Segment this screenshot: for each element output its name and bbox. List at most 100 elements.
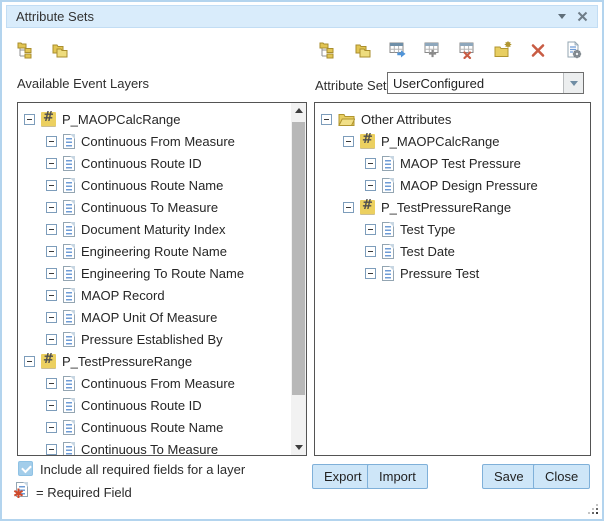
collapse-toggle-icon[interactable] bbox=[343, 202, 354, 213]
tree-item-label: Test Type bbox=[400, 222, 455, 237]
collapse-toggle-icon[interactable] bbox=[24, 114, 35, 125]
field-icon bbox=[63, 156, 75, 171]
tree-item[interactable]: MAOP Unit Of Measure bbox=[18, 306, 291, 328]
scrollbar-thumb[interactable] bbox=[292, 122, 305, 395]
table-export-icon[interactable] bbox=[389, 41, 407, 59]
collapse-toggle-icon[interactable] bbox=[46, 158, 57, 169]
tree-item-label: Continuous To Measure bbox=[81, 442, 218, 456]
close-icon[interactable] bbox=[577, 11, 588, 22]
field-icon bbox=[382, 222, 394, 237]
report-settings-icon[interactable] bbox=[564, 41, 582, 59]
include-required-fields-label: Include all required fields for a layer bbox=[40, 462, 245, 477]
field-icon bbox=[63, 442, 75, 456]
collapse-toggle-icon[interactable] bbox=[24, 356, 35, 367]
attribute-set-tree: Other Attributes P_MAOPCalcRange MAOP Te… bbox=[315, 103, 590, 455]
collapse-toggle-icon[interactable] bbox=[365, 246, 376, 257]
collapse-toggle-icon[interactable] bbox=[46, 180, 57, 191]
tree-item-label: Other Attributes bbox=[361, 112, 451, 127]
field-icon bbox=[63, 134, 75, 149]
field-icon bbox=[63, 420, 75, 435]
left-toolbar bbox=[17, 41, 69, 59]
collapse-toggle-icon[interactable] bbox=[46, 268, 57, 279]
import-button[interactable]: Import bbox=[367, 464, 428, 489]
collapse-panel-icon[interactable] bbox=[558, 14, 566, 19]
tree-item[interactable]: MAOP Record bbox=[18, 284, 291, 306]
attribute-sets-dialog: Attribute Sets bbox=[0, 0, 604, 521]
delete-icon[interactable] bbox=[529, 41, 547, 59]
tree-item[interactable]: Pressure Established By bbox=[18, 328, 291, 350]
tree-item[interactable]: Continuous Route ID bbox=[18, 152, 291, 174]
dropdown-arrow-button[interactable] bbox=[563, 73, 583, 93]
collapse-toggle-icon[interactable] bbox=[321, 114, 332, 125]
collapse-toggle-icon[interactable] bbox=[46, 334, 57, 345]
collapse-toggle-icon[interactable] bbox=[46, 202, 57, 213]
collapse-toggle-icon[interactable] bbox=[46, 224, 57, 235]
scroll-down-button[interactable] bbox=[291, 440, 306, 455]
tree-item[interactable]: Continuous Route ID bbox=[18, 394, 291, 416]
collapse-toggle-icon[interactable] bbox=[365, 180, 376, 191]
left-tree-scrollbar[interactable] bbox=[291, 103, 306, 455]
new-attribute-set-icon[interactable] bbox=[494, 41, 512, 59]
collapse-toggle-icon[interactable] bbox=[46, 290, 57, 301]
tree-item[interactable]: Continuous Route Name bbox=[18, 174, 291, 196]
tree-item[interactable]: Continuous To Measure bbox=[18, 438, 291, 455]
include-required-fields-checkbox[interactable] bbox=[18, 461, 33, 476]
attribute-set-dropdown[interactable]: UserConfigured bbox=[387, 72, 584, 94]
tree-item[interactable]: Engineering To Route Name bbox=[18, 262, 291, 284]
resize-grip[interactable] bbox=[587, 503, 599, 515]
close-button[interactable]: Close bbox=[533, 464, 590, 489]
field-icon bbox=[63, 244, 75, 259]
collapse-toggle-icon[interactable] bbox=[46, 136, 57, 147]
collapse-toggle-icon[interactable] bbox=[46, 444, 57, 455]
collapse-toggle-icon[interactable] bbox=[365, 158, 376, 169]
tree-item[interactable]: P_TestPressureRange bbox=[18, 350, 291, 372]
collapse-toggle-icon[interactable] bbox=[46, 246, 57, 257]
field-icon bbox=[63, 332, 75, 347]
collapse-attributes-icon[interactable] bbox=[354, 41, 372, 59]
field-icon bbox=[63, 310, 75, 325]
tree-item[interactable]: Engineering Route Name bbox=[18, 240, 291, 262]
expand-event-layers-icon[interactable] bbox=[17, 41, 35, 59]
tree-item[interactable]: Continuous From Measure bbox=[18, 130, 291, 152]
scroll-up-button[interactable] bbox=[291, 103, 306, 118]
folder-open-icon bbox=[338, 113, 355, 126]
tree-item[interactable]: Other Attributes bbox=[315, 108, 590, 130]
collapse-toggle-icon[interactable] bbox=[46, 422, 57, 433]
field-icon bbox=[63, 398, 75, 413]
titlebar: Attribute Sets bbox=[6, 5, 598, 28]
collapse-toggle-icon[interactable] bbox=[365, 268, 376, 279]
tree-item[interactable]: P_TestPressureRange bbox=[315, 196, 590, 218]
tree-item-label: P_TestPressureRange bbox=[381, 200, 511, 215]
tree-item-label: Continuous Route Name bbox=[81, 420, 223, 435]
available-layers-tree: P_MAOPCalcRange Continuous From Measure … bbox=[18, 103, 291, 455]
collapse-toggle-icon[interactable] bbox=[46, 312, 57, 323]
tree-item[interactable]: Test Date bbox=[315, 240, 590, 262]
table-remove-icon[interactable] bbox=[459, 41, 477, 59]
field-icon bbox=[382, 266, 394, 281]
tree-item[interactable]: Continuous To Measure bbox=[18, 196, 291, 218]
collapse-toggle-icon[interactable] bbox=[46, 400, 57, 411]
tree-item[interactable]: MAOP Design Pressure bbox=[315, 174, 590, 196]
tree-item[interactable]: Continuous Route Name bbox=[18, 416, 291, 438]
triangle-down-icon bbox=[295, 445, 303, 450]
tree-item[interactable]: P_MAOPCalcRange bbox=[315, 130, 590, 152]
tree-item[interactable]: Pressure Test bbox=[315, 262, 590, 284]
tree-item[interactable]: Document Maturity Index bbox=[18, 218, 291, 240]
tree-item[interactable]: Continuous From Measure bbox=[18, 372, 291, 394]
tree-item[interactable]: Test Type bbox=[315, 218, 590, 240]
table-add-icon[interactable] bbox=[424, 41, 442, 59]
tree-item-label: P_TestPressureRange bbox=[62, 354, 192, 369]
tree-item-label: MAOP Record bbox=[81, 288, 165, 303]
tree-item[interactable]: P_MAOPCalcRange bbox=[18, 108, 291, 130]
export-button[interactable]: Export bbox=[312, 464, 374, 489]
chevron-down-icon bbox=[570, 81, 578, 86]
tree-item[interactable]: MAOP Test Pressure bbox=[315, 152, 590, 174]
collapse-event-layers-icon[interactable] bbox=[51, 41, 69, 59]
collapse-toggle-icon[interactable] bbox=[365, 224, 376, 235]
collapse-toggle-icon[interactable] bbox=[343, 136, 354, 147]
available-event-layers-label: Available Event Layers bbox=[17, 76, 149, 91]
collapse-toggle-icon[interactable] bbox=[46, 378, 57, 389]
save-button[interactable]: Save bbox=[482, 464, 536, 489]
field-icon bbox=[63, 376, 75, 391]
expand-attributes-icon[interactable] bbox=[319, 41, 337, 59]
